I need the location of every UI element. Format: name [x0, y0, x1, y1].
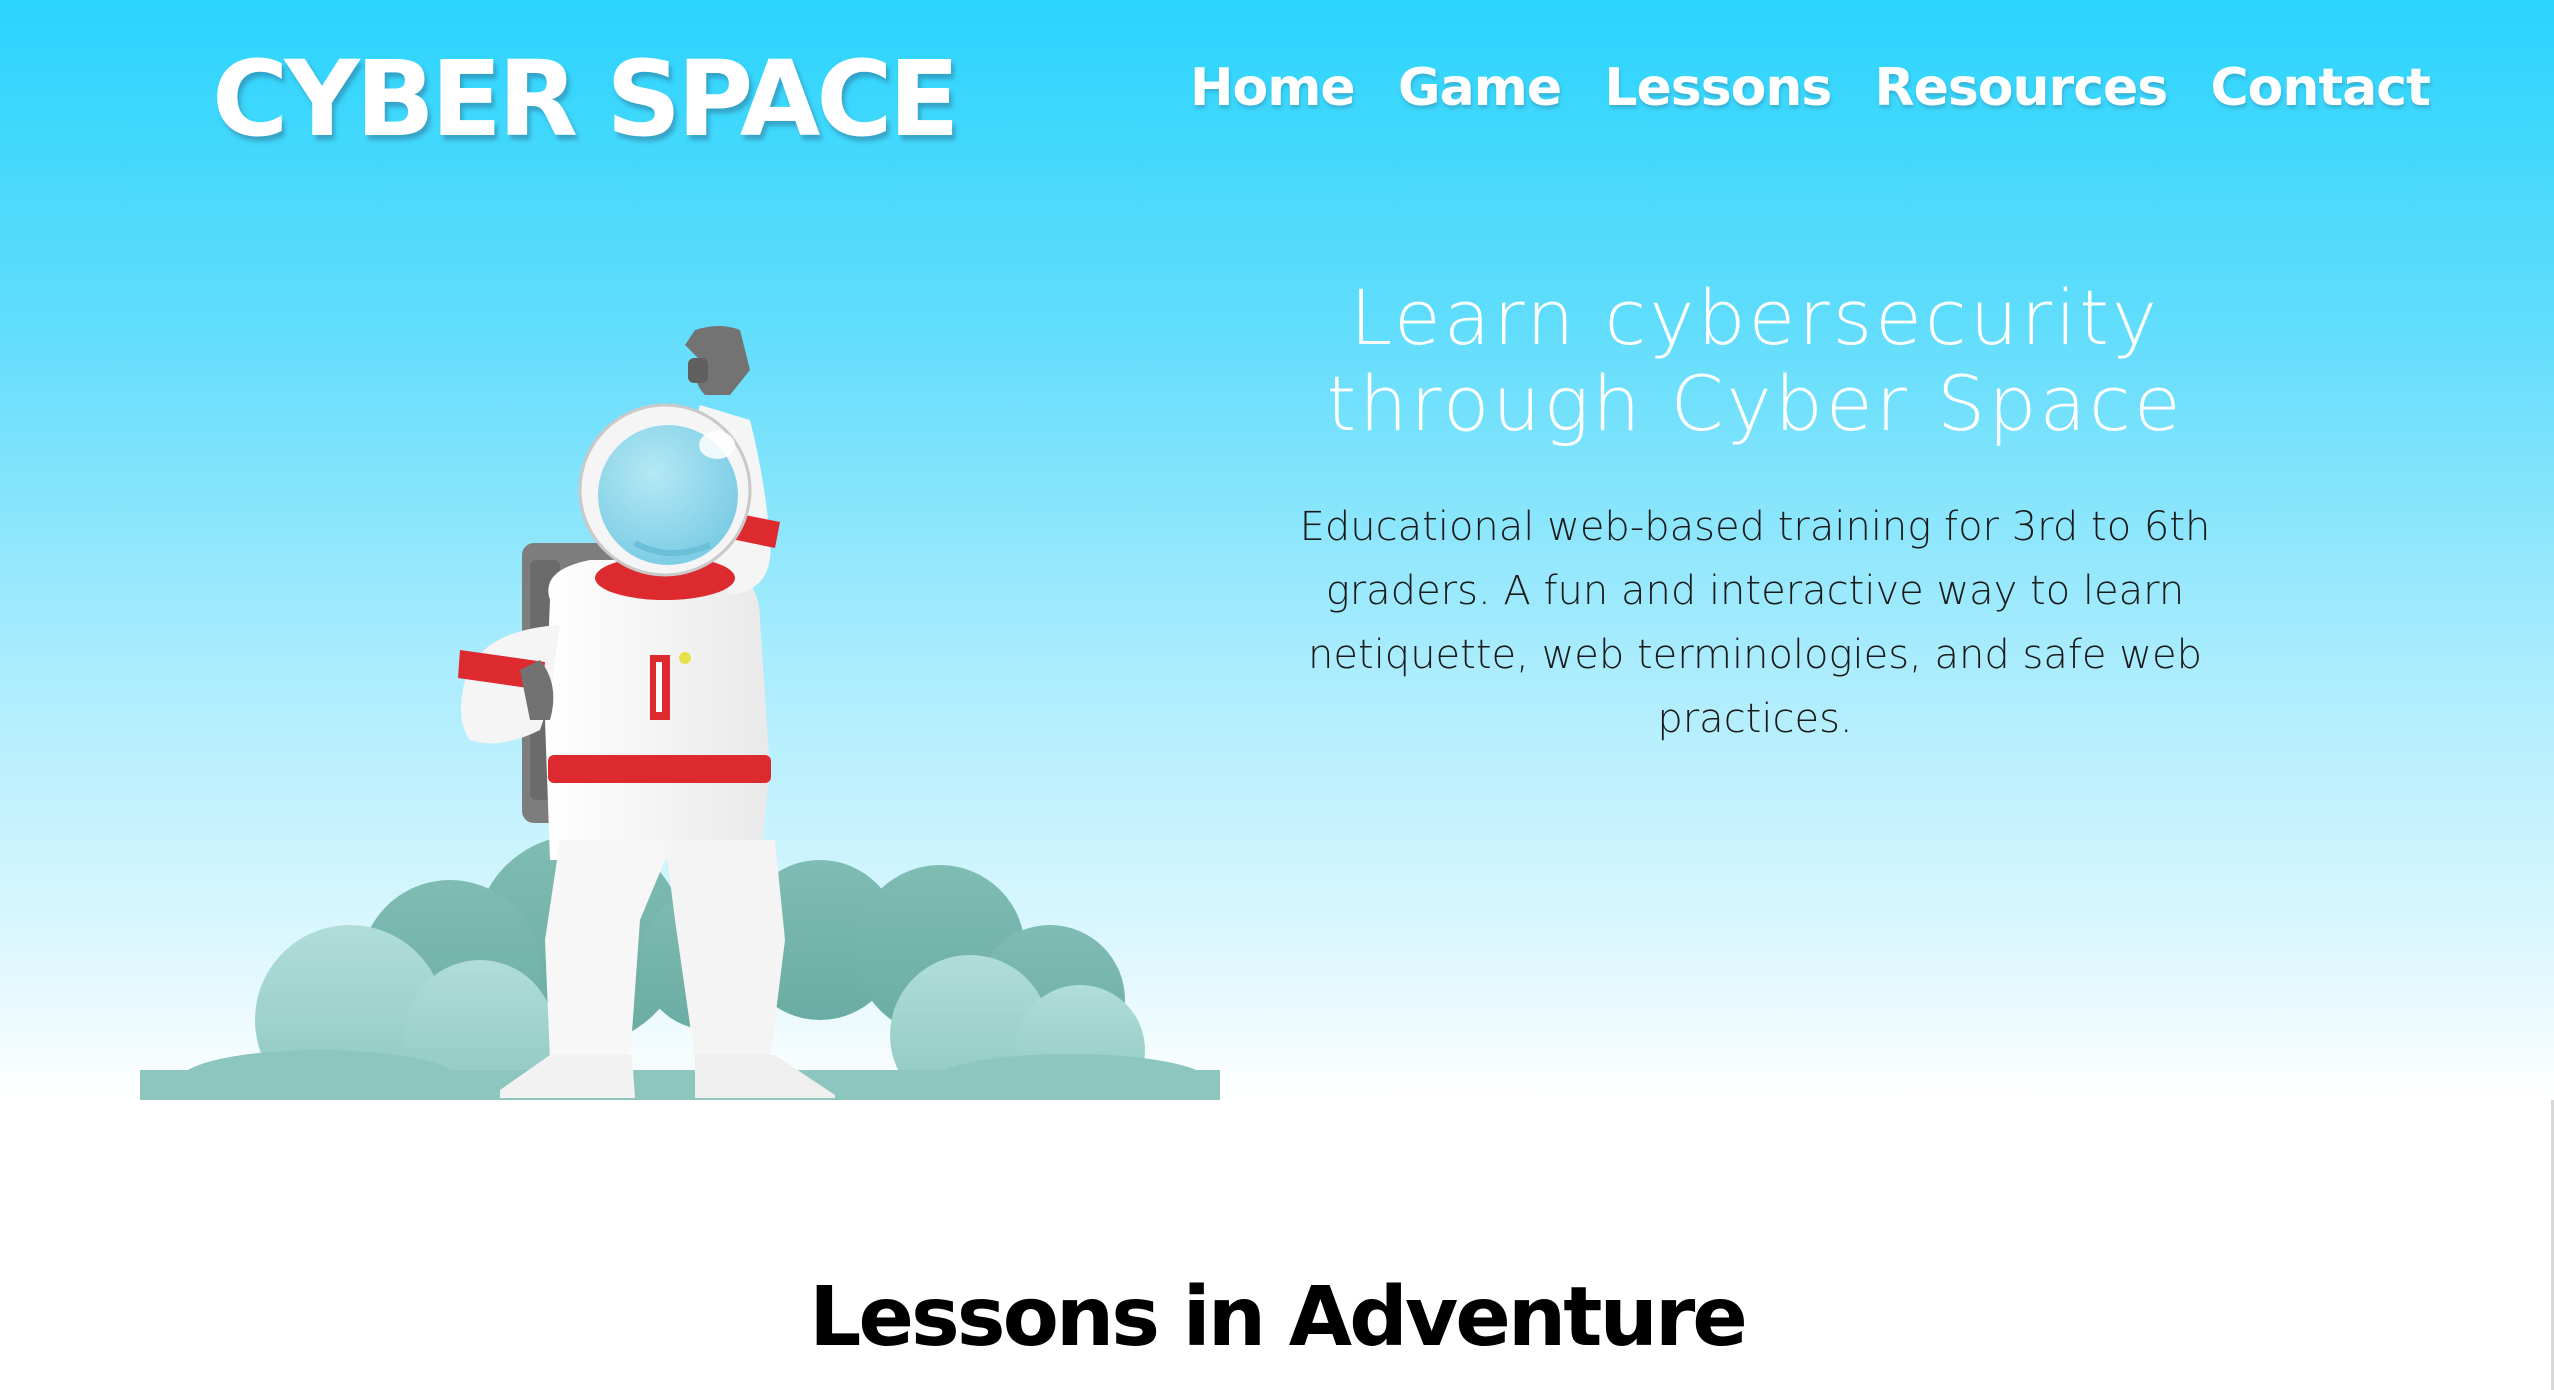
hero-title-line2: through Cyber Space: [1326, 359, 2184, 448]
nav-game[interactable]: Game: [1398, 58, 1562, 118]
main-nav: Home Game Lessons Resources Contact: [1190, 58, 2431, 118]
hero-title-line1: Learn cybersecurity: [1349, 273, 2161, 362]
astronaut-illustration: [140, 326, 1220, 1100]
hero-title: Learn cybersecurity through Cyber Space: [1250, 275, 2260, 447]
nav-resources[interactable]: Resources: [1875, 58, 2169, 118]
site-logo[interactable]: CYBER SPACE: [212, 38, 960, 160]
hero-description: Educational web-based training for 3rd t…: [1299, 504, 2211, 742]
nav-lessons[interactable]: Lessons: [1604, 58, 1832, 118]
section-title: Lessons in Adventure: [809, 1270, 1748, 1365]
hero-section: CYBER SPACE Home Game Lessons Resources …: [0, 0, 2554, 1100]
nav-home[interactable]: Home: [1190, 58, 1356, 118]
page: CYBER SPACE Home Game Lessons Resources …: [0, 0, 2554, 1390]
nav-contact[interactable]: Contact: [2210, 58, 2431, 118]
